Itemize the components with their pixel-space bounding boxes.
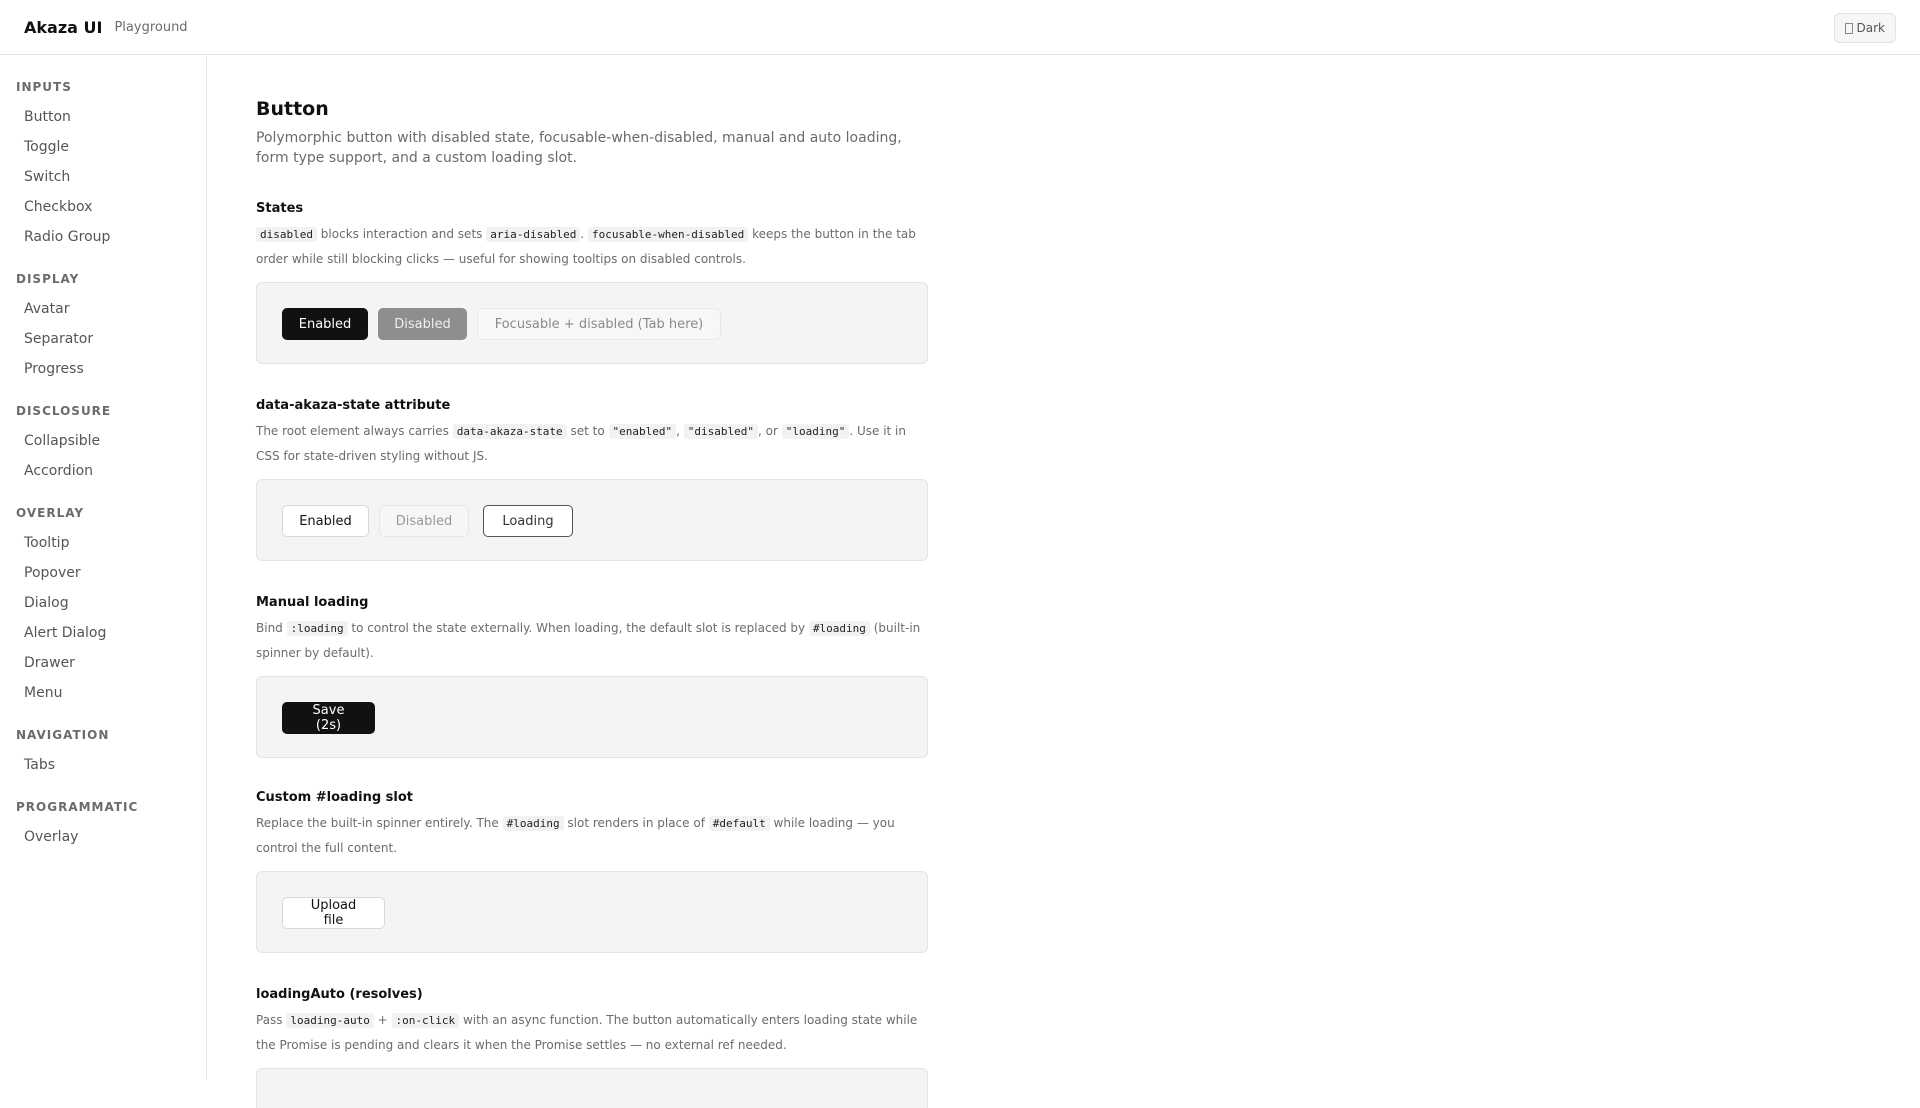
code-on-click: :on-click [391,1013,460,1028]
desc-text: blocks interaction and sets [316,227,487,241]
sidebar-item-tooltip[interactable]: Tooltip [24,535,69,551]
sidebar-item-button[interactable]: Button [24,109,71,125]
desc-text: , [676,424,684,438]
state-enabled-button[interactable]: Enabled [282,505,369,537]
sidebar-item-menu[interactable]: Menu [24,685,62,701]
demo-panel-state-attribute: Enabled Disabled Loading [256,479,928,561]
sidebar-item-avatar[interactable]: Avatar [24,301,69,317]
section-description-manual-loading: Bind :loading to control the state exter… [256,616,928,665]
sidebar-item-popover[interactable]: Popover [24,565,81,581]
code-loading-auto: loading-auto [286,1013,374,1028]
section-title-state-attribute: data-akaza-state attribute [256,398,451,413]
top-bar: Akaza UI Playground Dark [0,0,1920,55]
desc-text: to control the state externally. When lo… [347,621,809,635]
theme-toggle-label: Dark [1856,21,1885,35]
section-title-manual-loading: Manual loading [256,595,369,610]
sidebar-item-switch[interactable]: Switch [24,169,70,185]
sidebar-item-tabs[interactable]: Tabs [24,757,55,773]
desc-text: . [580,227,588,241]
theme-toggle-button[interactable]: Dark [1833,13,1896,43]
sidebar-item-separator[interactable]: Separator [24,331,93,347]
code-enabled: "enabled" [608,424,677,439]
state-loading-button[interactable]: Loading [483,505,573,537]
demo-panel-manual-loading: Save (2s) [256,676,928,758]
code-loading-slot: #loading [808,621,870,636]
sidebar-group-display: DISPLAY [16,272,80,286]
desc-text: The root element always carries [256,424,453,438]
code-focusable-when-disabled: focusable-when-disabled [587,227,749,242]
page-description: Polymorphic button with disabled state, … [256,130,902,166]
sidebar-item-radio-group[interactable]: Radio Group [24,229,110,245]
desc-text: set to [566,424,609,438]
code-loading-value: "loading" [781,424,850,439]
disabled-button[interactable]: Disabled [378,308,467,340]
demo-panel-loading-auto [256,1068,928,1108]
sidebar-item-checkbox[interactable]: Checkbox [24,199,92,215]
section-description-states: disabled blocks interaction and sets ari… [256,222,928,271]
code-loading-slot-name: #loading [502,816,564,831]
sidebar-group-navigation: NAVIGATION [16,728,110,742]
section-title-states: States [256,201,304,216]
moon-icon [1844,22,1853,34]
enabled-button[interactable]: Enabled [282,308,368,340]
desc-text: Bind [256,621,287,635]
sidebar-group-programmatic: PROGRAMMATIC [16,800,139,814]
section-description-loading-auto: Pass loading-auto + :on-click with an as… [256,1008,928,1057]
sidebar-item-toggle[interactable]: Toggle [24,139,69,155]
upload-file-button[interactable]: Upload file [282,897,385,929]
sidebar: INPUTS Button Toggle Switch Checkbox Rad… [0,56,207,1080]
desc-text: slot renders in place of [563,816,709,830]
sidebar-group-inputs: INPUTS [16,80,72,94]
brand-name[interactable]: Akaza UI [24,18,102,37]
code-disabled: disabled [256,227,317,242]
section-description-custom-loading-slot: Replace the built-in spinner entirely. T… [256,811,928,860]
section-title-custom-loading-slot: Custom #loading slot [256,790,413,805]
brand-subtitle: Playground [114,19,188,35]
sidebar-group-overlay: OVERLAY [16,506,85,520]
demo-panel-states: Enabled Disabled Focusable + disabled (T… [256,282,928,364]
code-aria-disabled: aria-disabled [486,227,581,242]
desc-text: Replace the built-in spinner entirely. T… [256,816,503,830]
code-default-slot: #default [708,816,770,831]
page-title: Button [256,98,329,120]
sidebar-group-disclosure: DISCLOSURE [16,404,112,418]
code-disabled-value: "disabled" [683,424,759,439]
desc-text: Pass [256,1013,287,1027]
sidebar-item-alert-dialog[interactable]: Alert Dialog [24,625,106,641]
sidebar-item-drawer[interactable]: Drawer [24,655,75,671]
desc-text: + [373,1013,392,1027]
focusable-disabled-button[interactable]: Focusable + disabled (Tab here) [477,308,721,340]
state-disabled-button[interactable]: Disabled [379,505,469,537]
sidebar-item-dialog[interactable]: Dialog [24,595,69,611]
save-button[interactable]: Save (2s) [282,702,375,734]
sidebar-item-progress[interactable]: Progress [24,361,84,377]
sidebar-item-overlay[interactable]: Overlay [24,829,78,845]
section-description-state-attribute: The root element always carries data-aka… [256,419,928,468]
sidebar-item-accordion[interactable]: Accordion [24,463,93,479]
section-title-loading-auto: loadingAuto (resolves) [256,987,423,1002]
demo-panel-custom-loading-slot: Upload file [256,871,928,953]
code-loading-prop: :loading [286,621,348,636]
sidebar-item-collapsible[interactable]: Collapsible [24,433,100,449]
code-data-akaza-state: data-akaza-state [452,424,567,439]
desc-text: , or [758,424,782,438]
